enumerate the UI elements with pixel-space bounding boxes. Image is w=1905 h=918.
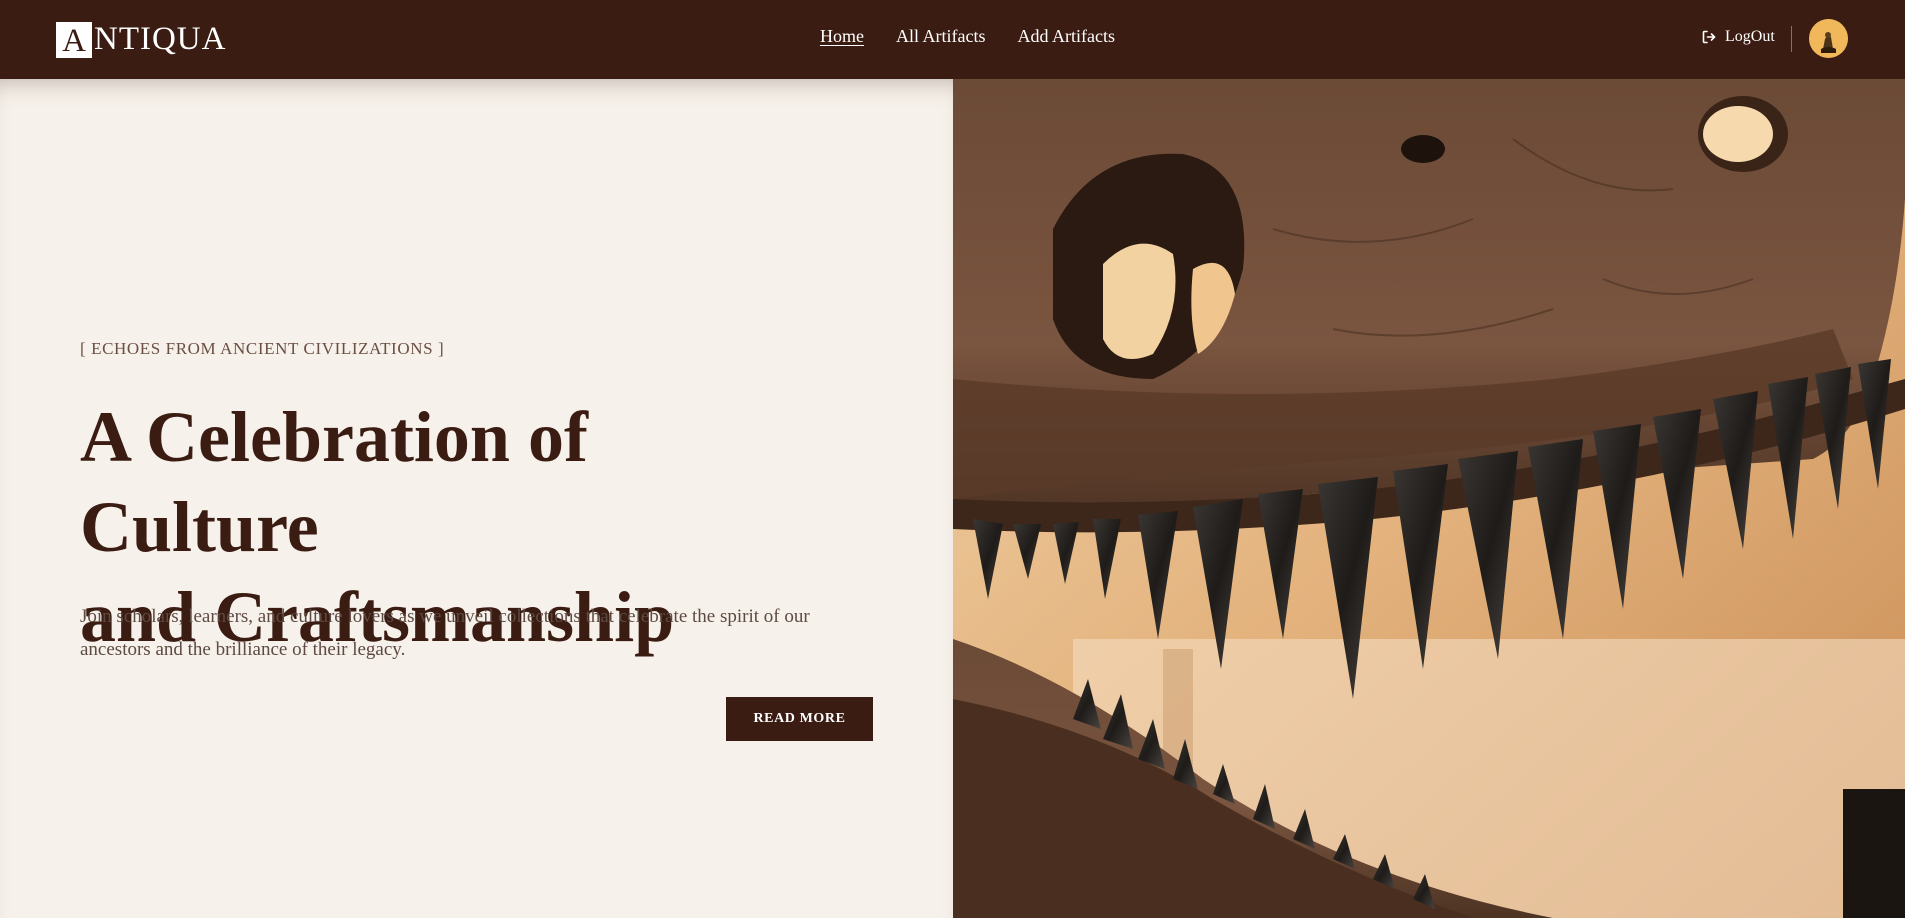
site-logo[interactable]: A NTIQUA [56,20,227,59]
logo-text: NTIQUA [94,21,227,57]
hero-description: Join scholars, learners, and culture lov… [80,606,810,660]
logout-button[interactable]: LogOut [1701,28,1775,46]
header-divider [1791,26,1792,52]
logout-label: LogOut [1725,28,1775,45]
nav-link-all-artifacts[interactable]: All Artifacts [896,26,985,47]
site-header: A NTIQUA Home All Artifacts Add Artifact… [0,0,1905,79]
nav-link-home[interactable]: Home [820,26,864,47]
main-nav: Home All Artifacts Add Artifacts [820,26,1115,47]
logo-initial: A [56,22,92,59]
read-more-button[interactable]: READ MORE [726,697,873,741]
user-avatar[interactable] [1809,19,1848,58]
hero-title-line-1: A Celebration of Culture [80,397,588,567]
hero-eyebrow: [ ECHOES FROM ANCIENT CIVILIZATIONS ] [80,339,445,358]
dinosaur-skull-photo [953,79,1905,918]
logout-icon [1701,29,1717,45]
nav-link-add-artifacts[interactable]: Add Artifacts [1017,26,1114,47]
